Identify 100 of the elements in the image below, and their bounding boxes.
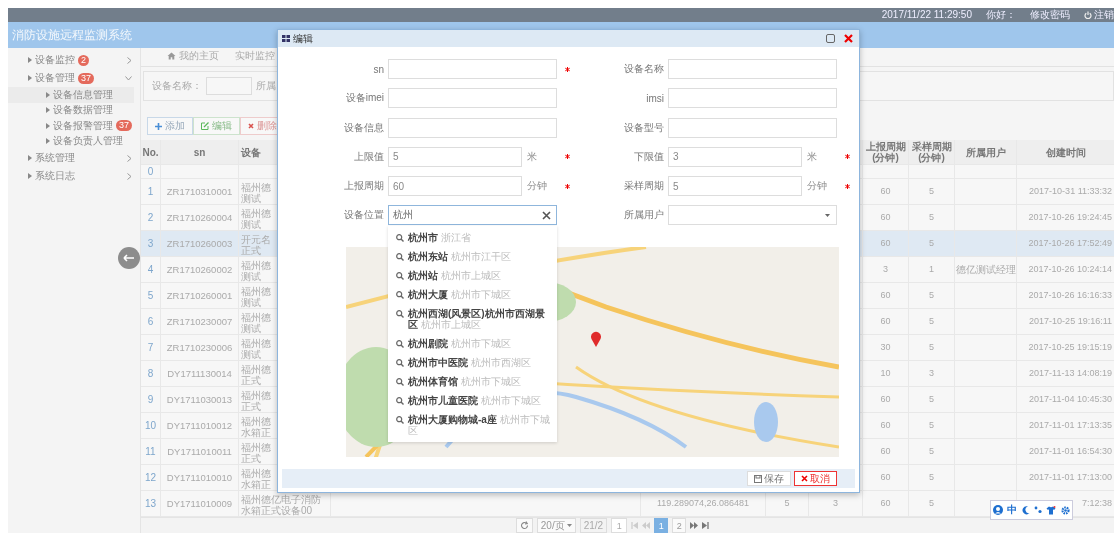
table-cell: 福州德 正式: [241, 390, 271, 412]
input-field[interactable]: [668, 59, 837, 79]
add-button[interactable]: 添加: [147, 117, 193, 135]
caret-icon: [28, 173, 32, 179]
unit-label: 分钟: [526, 179, 548, 194]
field-label: 上报周期: [343, 179, 384, 194]
field-label: imsi: [645, 92, 664, 104]
column-header[interactable]: 设备: [241, 146, 261, 158]
row-number: 0: [147, 166, 154, 177]
next-page-icon[interactable]: [690, 522, 699, 529]
input-field[interactable]: 5: [668, 176, 802, 197]
close-icon: [801, 475, 808, 482]
table-cell: ZR1710260004: [166, 212, 233, 223]
input-field[interactable]: [668, 117, 837, 138]
row-number: 12: [144, 472, 157, 483]
person-icon: [993, 505, 1004, 515]
page-button[interactable]: 2: [672, 518, 687, 533]
table-cell: 福州德亿电子消防 水箱正式设备00: [241, 494, 321, 516]
save-button[interactable]: 保存: [747, 471, 791, 486]
caret-icon: [28, 155, 32, 161]
table-cell: 福州德 测试: [241, 338, 271, 360]
input-mode-label[interactable]: 中: [1007, 503, 1018, 517]
sidebar-item[interactable]: 设备负责人管理: [8, 133, 134, 149]
logout-link[interactable]: 注销: [1084, 9, 1114, 21]
table-cell: 119.289074,26.086481: [657, 498, 749, 509]
greeting-text: 你好：: [986, 9, 1016, 21]
table-cell: 福州德 测试: [241, 182, 271, 204]
search-icon: [396, 310, 404, 318]
column-header[interactable]: 创建时间: [1045, 146, 1086, 158]
input-field[interactable]: 5: [388, 146, 522, 167]
sidebar-item[interactable]: 设备管理 37: [8, 69, 140, 87]
input-field[interactable]: 60: [388, 176, 522, 197]
page-input[interactable]: 1: [611, 518, 628, 533]
field-label: 设备名称: [623, 62, 664, 76]
table-cell: DY1711010010: [166, 472, 233, 483]
table-cell: DY1711130014: [167, 368, 232, 379]
caret-icon: [28, 57, 32, 63]
row-number: 6: [147, 316, 154, 327]
field-label: 设备位置: [343, 208, 384, 223]
table-cell: 5: [929, 290, 934, 301]
tab[interactable]: 我的主页: [159, 46, 227, 66]
search-icon: [396, 397, 404, 405]
last-page-icon[interactable]: [702, 522, 710, 529]
close-icon[interactable]: [844, 34, 853, 43]
table-cell: DY1711010011: [167, 446, 232, 457]
edit-button[interactable]: 编辑: [193, 117, 240, 135]
first-page-icon[interactable]: [631, 522, 639, 529]
caret-down-icon: [566, 524, 572, 527]
chevron-down-icon: [125, 75, 132, 81]
previous-page-icon[interactable]: [642, 522, 651, 529]
column-header[interactable]: 所属用户: [965, 146, 1006, 158]
suggestion-item[interactable]: 杭州市 浙江省: [388, 228, 557, 248]
refresh-button[interactable]: [515, 518, 533, 533]
table-cell: 2017-10-25 19:15:19: [1028, 342, 1112, 353]
table-cell: 5: [929, 186, 934, 197]
table-cell: 10: [880, 368, 891, 379]
input-field[interactable]: [388, 88, 557, 109]
field-label: 设备名称：: [152, 79, 202, 93]
count-badge: 37: [78, 72, 94, 84]
sidebar-item[interactable]: 设备监控 2: [8, 51, 140, 69]
field-label: sn: [372, 63, 384, 75]
search-field[interactable]: 杭州: [388, 205, 557, 226]
page-button[interactable]: 1: [654, 518, 669, 533]
input-field[interactable]: 3: [668, 146, 802, 167]
table-cell: ZR1710260003: [166, 238, 233, 249]
sidebar-item[interactable]: 系统日志: [8, 167, 140, 185]
select-field[interactable]: [668, 205, 837, 226]
table-cell: 福州德 正式: [241, 442, 271, 464]
sidebar-item[interactable]: 设备报警管理 37: [8, 118, 134, 134]
table-cell: 3: [833, 498, 838, 509]
table-cell: 5: [929, 238, 934, 249]
input-field[interactable]: [668, 88, 837, 109]
column-header[interactable]: sn: [193, 146, 206, 158]
column-header[interactable]: No.: [142, 146, 159, 158]
refresh-icon: [519, 521, 529, 530]
grid-icon: [282, 35, 290, 42]
change-password-link[interactable]: 修改密码: [1030, 9, 1070, 21]
search-icon: [396, 272, 404, 280]
unit-label: 米: [806, 149, 818, 164]
page-size-select[interactable]: 20/页: [536, 518, 576, 533]
search-icon: [396, 291, 404, 299]
caret-icon: [46, 138, 50, 145]
clear-icon[interactable]: [542, 211, 551, 220]
cancel-button[interactable]: 取消: [794, 471, 837, 486]
maximize-icon[interactable]: [826, 34, 835, 43]
sidebar-item[interactable]: 设备数据管理: [8, 102, 134, 118]
app-title: 消防设施远程监测系统: [12, 26, 132, 44]
sidebar-item[interactable]: 系统管理: [8, 149, 140, 167]
table-cell: 1: [929, 264, 934, 275]
table-cell: 2017-11-01 17:13:35: [1029, 420, 1112, 431]
table-cell: 3: [929, 368, 934, 379]
table-cell: 2017-10-26 10:24:14: [1028, 264, 1112, 275]
column-header[interactable]: 采样周期 (分钟): [911, 141, 952, 163]
column-header[interactable]: 上报周期 (分钟): [865, 141, 906, 163]
sidebar-item[interactable]: 设备信息管理: [8, 87, 134, 103]
table-cell: 7:12:38: [1081, 498, 1112, 509]
input-field[interactable]: [388, 117, 557, 138]
row-number: 11: [145, 446, 156, 457]
input-field[interactable]: [206, 77, 252, 95]
input-field[interactable]: [388, 59, 557, 79]
